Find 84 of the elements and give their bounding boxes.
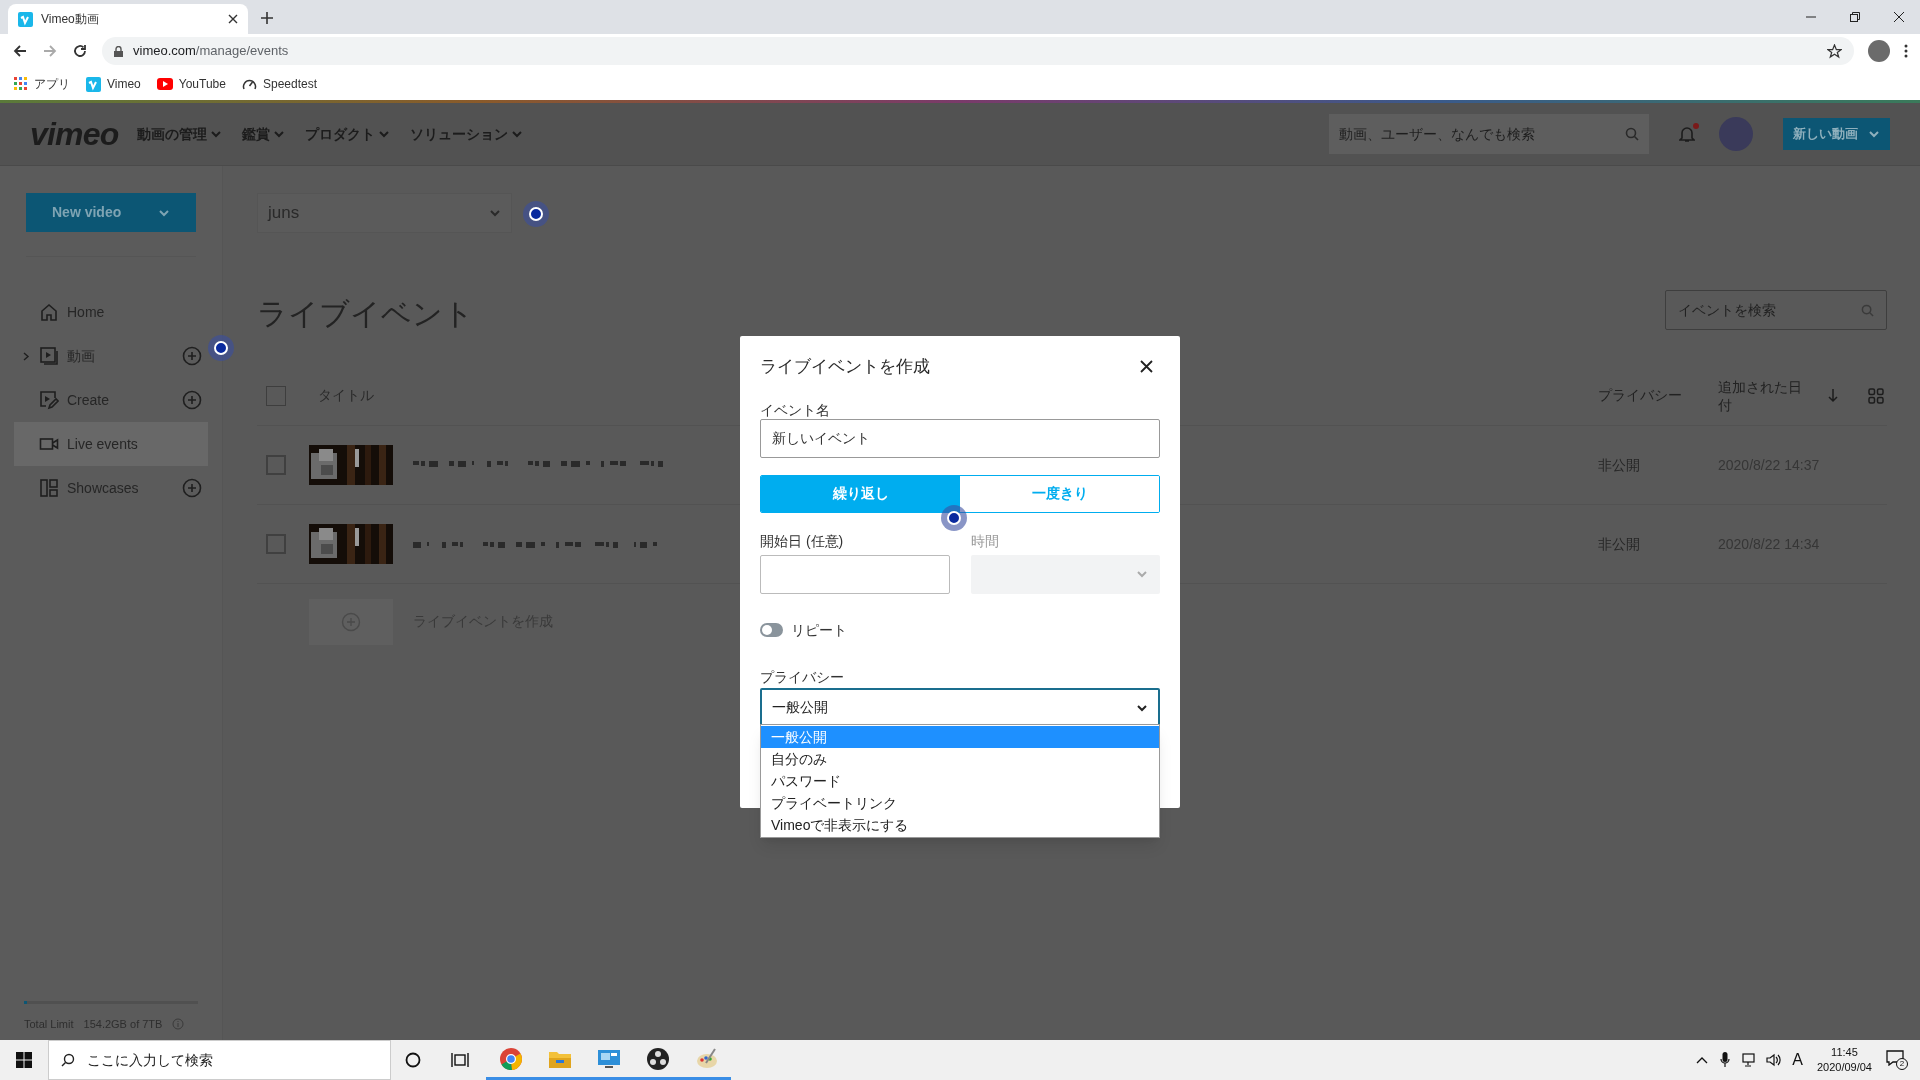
click-highlight [941, 505, 967, 531]
lock-icon [114, 45, 123, 57]
select-all-checkbox[interactable] [266, 385, 286, 406]
grid-view-icon[interactable] [1868, 387, 1884, 404]
tab-title: Vimeo動画 [41, 11, 100, 28]
notification-count: 2 [1896, 1058, 1908, 1070]
address-bar[interactable]: vimeo.com/manage/events [102, 37, 1854, 65]
new-tab-icon[interactable] [260, 11, 274, 25]
grid-layout-icon [39, 478, 59, 498]
caret-icon [510, 128, 523, 140]
home-icon [39, 302, 59, 322]
back-icon[interactable] [12, 43, 28, 59]
search-icon [61, 1053, 75, 1067]
sort-arrow-icon[interactable] [1828, 388, 1838, 403]
play-logo-icon [156, 78, 173, 90]
expand-icon[interactable] [23, 351, 30, 361]
caret-icon [489, 207, 501, 219]
paint-palette-icon[interactable] [694, 1046, 719, 1071]
row-checkbox[interactable] [266, 534, 286, 554]
clock-time: 11:45 [1831, 1045, 1858, 1060]
browser-tab[interactable]: Vimeo動画 [8, 4, 248, 34]
dropdown-option[interactable]: 一般公開 [761, 726, 1159, 748]
field-label: 時間 [970, 532, 1000, 549]
row-checkbox[interactable] [266, 455, 286, 475]
windows-start-icon[interactable] [16, 1052, 32, 1068]
edit-icon [39, 390, 59, 410]
dropdown-option[interactable]: 自分のみ [761, 748, 1159, 770]
bookmark[interactable]: アプリ [14, 75, 70, 93]
cortana-icon[interactable] [405, 1052, 421, 1068]
message-icon [1886, 1050, 1904, 1066]
reload-icon[interactable] [72, 43, 88, 59]
add-icon[interactable] [182, 346, 202, 366]
bookmark[interactable]: Vimeo [86, 75, 141, 93]
add-icon[interactable] [182, 478, 202, 498]
chrome-icon[interactable] [498, 1046, 523, 1071]
field-label: プライバシー [760, 668, 845, 685]
add-icon[interactable] [182, 390, 202, 410]
bookmark[interactable]: YouTube [156, 75, 226, 93]
new-video-button[interactable]: 新しい動画 [1783, 118, 1890, 150]
apps-icon [14, 77, 28, 91]
date-field[interactable] [760, 554, 950, 594]
search-icon[interactable] [1625, 127, 1639, 141]
url-text: vimeo.com/manage/events [133, 42, 290, 61]
click-highlight [523, 201, 549, 227]
bookmark[interactable]: Speedtest [241, 75, 317, 93]
dropdown-option[interactable]: パスワード [761, 770, 1159, 792]
caret-icon [1868, 128, 1880, 140]
restore-icon[interactable] [1850, 12, 1860, 22]
event-name-field[interactable]: 新しいイベント [760, 418, 1160, 458]
dialog-title: ライブイベントを作成 [760, 356, 930, 378]
caret-icon [272, 128, 285, 140]
bell-icon[interactable] [1679, 125, 1695, 143]
star-icon[interactable] [1827, 43, 1842, 59]
vimeo-logo-icon [18, 11, 33, 27]
close-icon[interactable] [1140, 360, 1153, 374]
more-icon[interactable] [1904, 44, 1908, 58]
segment-tab[interactable]: 繰り返し [761, 475, 960, 512]
vimeo-logo-icon [86, 76, 101, 92]
forward-icon[interactable] [42, 43, 58, 59]
taskbar-search-field[interactable]: ここに入力して検索 [48, 1040, 391, 1080]
chevron-icon [1136, 568, 1148, 580]
click-highlight [208, 335, 234, 361]
close-icon[interactable] [1894, 12, 1904, 22]
clock-date: 2020/09/04 [1816, 1060, 1872, 1075]
task-view-icon[interactable] [451, 1052, 469, 1068]
close-icon[interactable] [228, 14, 238, 24]
sidebar-item[interactable]: Live events [14, 422, 208, 466]
video-icon [39, 346, 59, 366]
caret-icon [209, 128, 222, 140]
microphone-icon[interactable] [1720, 1052, 1731, 1068]
monitor-icon[interactable] [596, 1047, 621, 1070]
new-video-button[interactable]: New video [26, 193, 196, 232]
caret-icon [377, 128, 390, 140]
profile-avatar[interactable] [1868, 40, 1890, 62]
field-label: 開始日 (任意) [760, 532, 845, 549]
dropdown-option[interactable]: Vimeoで非表示にする [761, 814, 1159, 836]
field-label: イベント名 [760, 401, 831, 418]
repeat-toggle[interactable] [760, 623, 783, 637]
dropdown-option[interactable]: プライベートリンク [761, 792, 1159, 814]
chevron-up-icon[interactable] [1696, 1056, 1709, 1064]
notification-button[interactable]: 2 [1886, 1050, 1908, 1070]
ime-indicator[interactable]: A [1792, 1048, 1803, 1072]
speaker-icon[interactable] [1766, 1053, 1783, 1067]
toggle-label: リピート [791, 620, 847, 640]
